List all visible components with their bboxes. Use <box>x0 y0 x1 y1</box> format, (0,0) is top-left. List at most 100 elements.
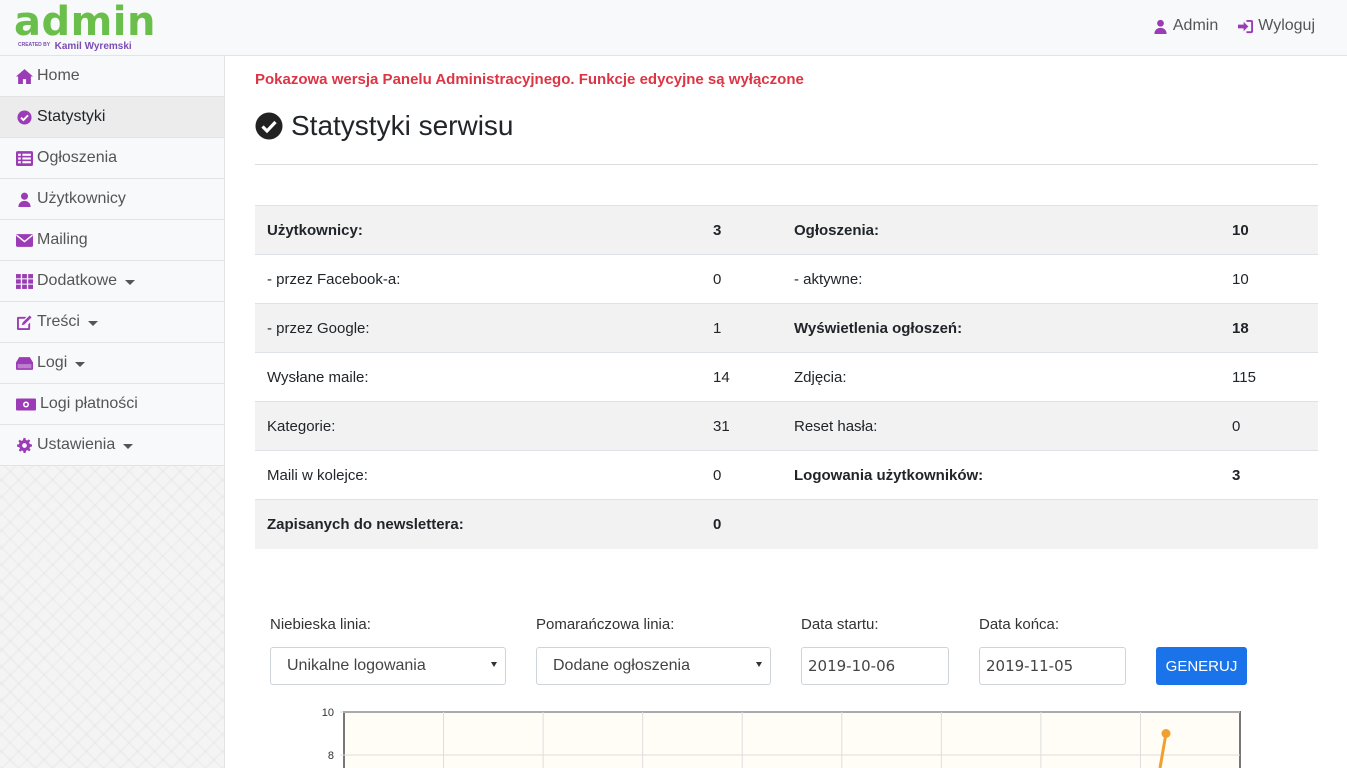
stat-label: Wyświetlenia ogłoszeń: <box>782 303 1220 353</box>
stats-table: Użytkownicy: 3 Ogłoszenia: 10- przez Facebo… <box>255 205 1318 549</box>
stats-row: Kategorie: 31 Reset hasła: 0 <box>255 401 1318 451</box>
select-arrow-icon <box>491 662 497 667</box>
stat-value: 31 <box>701 401 782 451</box>
stat-label: Logowania użytkowników: <box>782 450 1220 500</box>
start-date-input[interactable]: 2019-10-06 <box>801 647 949 685</box>
money-icon <box>16 398 36 410</box>
stat-value: 10 <box>1220 205 1318 255</box>
check-circle-icon <box>255 112 283 140</box>
stat-label: Kategorie: <box>255 401 701 451</box>
chart-data-point <box>1161 729 1171 738</box>
sidebar-item-label: Logi <box>37 354 68 371</box>
stat-value: 10 <box>1220 254 1318 304</box>
stat-label: - przez Google: <box>255 303 701 353</box>
stat-value: 0 <box>701 450 782 500</box>
stat-label <box>782 499 1220 549</box>
stats-row: Użytkownicy: 3 Ogłoszenia: 10 <box>255 205 1318 255</box>
sidebar-item-mailing[interactable]: Mailing <box>0 220 224 261</box>
caret-down-icon <box>123 443 134 449</box>
sidebar-item-label: Logi płatności <box>40 395 138 412</box>
gear-icon <box>17 437 32 453</box>
sidebar-item-statystyki[interactable]: Statystyki <box>0 97 224 138</box>
orange-line-label: Pomarańczowa linia: <box>536 616 675 633</box>
edit-icon <box>17 314 32 330</box>
logo-byline: CREATED BY Kamil Wyremski <box>18 40 132 52</box>
list-icon <box>16 150 33 166</box>
user-icon <box>18 192 31 207</box>
stats-row: - przez Google: 1 Wyświetlenia ogłoszeń: 18 <box>255 303 1318 353</box>
end-date-input[interactable]: 2019-11-05 <box>979 647 1126 685</box>
envelope-icon <box>16 233 33 247</box>
generate-button[interactable]: GENERUJ <box>1156 647 1247 685</box>
top-navbar: admin CREATED BY Kamil Wyremski Admin Wy… <box>0 0 1347 56</box>
sidebar-item-uzytkownicy[interactable]: Użytkownicy <box>0 179 224 220</box>
stat-value: 0 <box>701 499 782 549</box>
stat-label: Zdjęcia: <box>782 352 1220 402</box>
sidebar-item-label: Home <box>37 67 80 84</box>
sidebar-item-tresci[interactable]: Treści <box>0 302 224 343</box>
logout-link[interactable]: Wyloguj <box>1238 17 1315 35</box>
orange-line-value: Dodane ogłoszenia <box>553 657 690 674</box>
start-date-group: Data startu: 2019-10-06 <box>801 616 949 685</box>
sidebar-item-label: Użytkownicy <box>37 190 126 207</box>
orange-line-select[interactable]: Dodane ogłoszenia <box>536 647 771 685</box>
stats-row: Wysłane maile: 14 Zdjęcia: 115 <box>255 352 1318 402</box>
admin-user-link[interactable]: Admin <box>1153 17 1218 35</box>
caret-down-icon <box>75 361 86 367</box>
chart-filter-form: Niebieska linia: Unikalne logowania Poma… <box>255 616 1318 696</box>
stat-label: Wysłane maile: <box>255 352 701 402</box>
logo[interactable]: admin CREATED BY Kamil Wyremski <box>14 0 156 52</box>
stats-chart: 10 8 <box>322 707 1241 768</box>
sidebar: Home Statystyki Ogłoszenia Użytkownicy M… <box>0 56 225 768</box>
end-date-group: Data końca: 2019-11-05 <box>979 616 1126 685</box>
logo-word: admin <box>14 0 156 45</box>
stat-label: Użytkownicy: <box>255 205 701 255</box>
caret-down-icon <box>125 279 136 285</box>
sidebar-item-dodatkowe[interactable]: Dodatkowe <box>0 261 224 302</box>
logout-label: Wyloguj <box>1258 17 1315 34</box>
sign-in-icon <box>1238 19 1254 33</box>
stat-value: 14 <box>701 352 782 402</box>
start-date-label: Data startu: <box>801 616 879 633</box>
page-title-text: Statystyki serwisu <box>291 110 514 141</box>
sidebar-item-label: Treści <box>37 313 80 330</box>
hdd-icon <box>16 356 33 370</box>
sidebar-nav: Home Statystyki Ogłoszenia Użytkownicy M… <box>0 56 224 466</box>
sidebar-item-ustawienia[interactable]: Ustawienia <box>0 425 224 466</box>
stats-row: Maili w kolejce: 0 Logowania użytkowników:… <box>255 450 1318 500</box>
chart-plot-area <box>343 711 1241 768</box>
stat-value: 18 <box>1220 303 1318 353</box>
sidebar-item-home[interactable]: Home <box>0 56 224 97</box>
sidebar-item-logi[interactable]: Logi <box>0 343 224 384</box>
sidebar-item-label: Dodatkowe <box>37 272 118 289</box>
sidebar-item-label: Mailing <box>37 231 88 248</box>
demo-notice: Pokazowa wersja Panelu Administracyjnego… <box>255 71 804 88</box>
stat-label: - aktywne: <box>782 254 1220 304</box>
stat-value: 115 <box>1220 352 1318 402</box>
blue-line-value: Unikalne logowania <box>287 657 426 674</box>
sidebar-item-ogloszenia[interactable]: Ogłoszenia <box>0 138 224 179</box>
stat-value: 0 <box>1220 401 1318 451</box>
stat-value: 1 <box>701 303 782 353</box>
page-title: Statystyki serwisu <box>255 109 1318 143</box>
stats-row: - przez Facebook-a: 0- aktywne: 10 <box>255 254 1318 304</box>
chart-y-tick-label: 10 <box>322 707 334 719</box>
stat-label: Ogłoszenia: <box>782 205 1220 255</box>
stat-label: Reset hasła: <box>782 401 1220 451</box>
logo-author: Kamil Wyremski <box>54 41 132 53</box>
main-content: Pokazowa wersja Panelu Administracyjnego… <box>255 56 1318 685</box>
blue-line-label: Niebieska linia: <box>270 616 371 633</box>
stat-value <box>1220 499 1318 549</box>
home-icon <box>16 68 33 84</box>
end-date-label: Data końca: <box>979 616 1060 633</box>
stat-value: 3 <box>1220 450 1318 500</box>
stat-label: - przez Facebook-a: <box>255 254 701 304</box>
blue-line-group: Niebieska linia: Unikalne logowania <box>270 616 506 685</box>
check-circle-icon <box>17 109 32 125</box>
sidebar-item-label: Ustawienia <box>37 436 116 453</box>
stat-value: 0 <box>701 254 782 304</box>
blue-line-select[interactable]: Unikalne logowania <box>270 647 506 685</box>
sidebar-item-label: Ogłoszenia <box>37 149 118 166</box>
sidebar-item-logi-platnosci[interactable]: Logi płatności <box>0 384 224 425</box>
stat-label: Maili w kolejce: <box>255 450 701 500</box>
